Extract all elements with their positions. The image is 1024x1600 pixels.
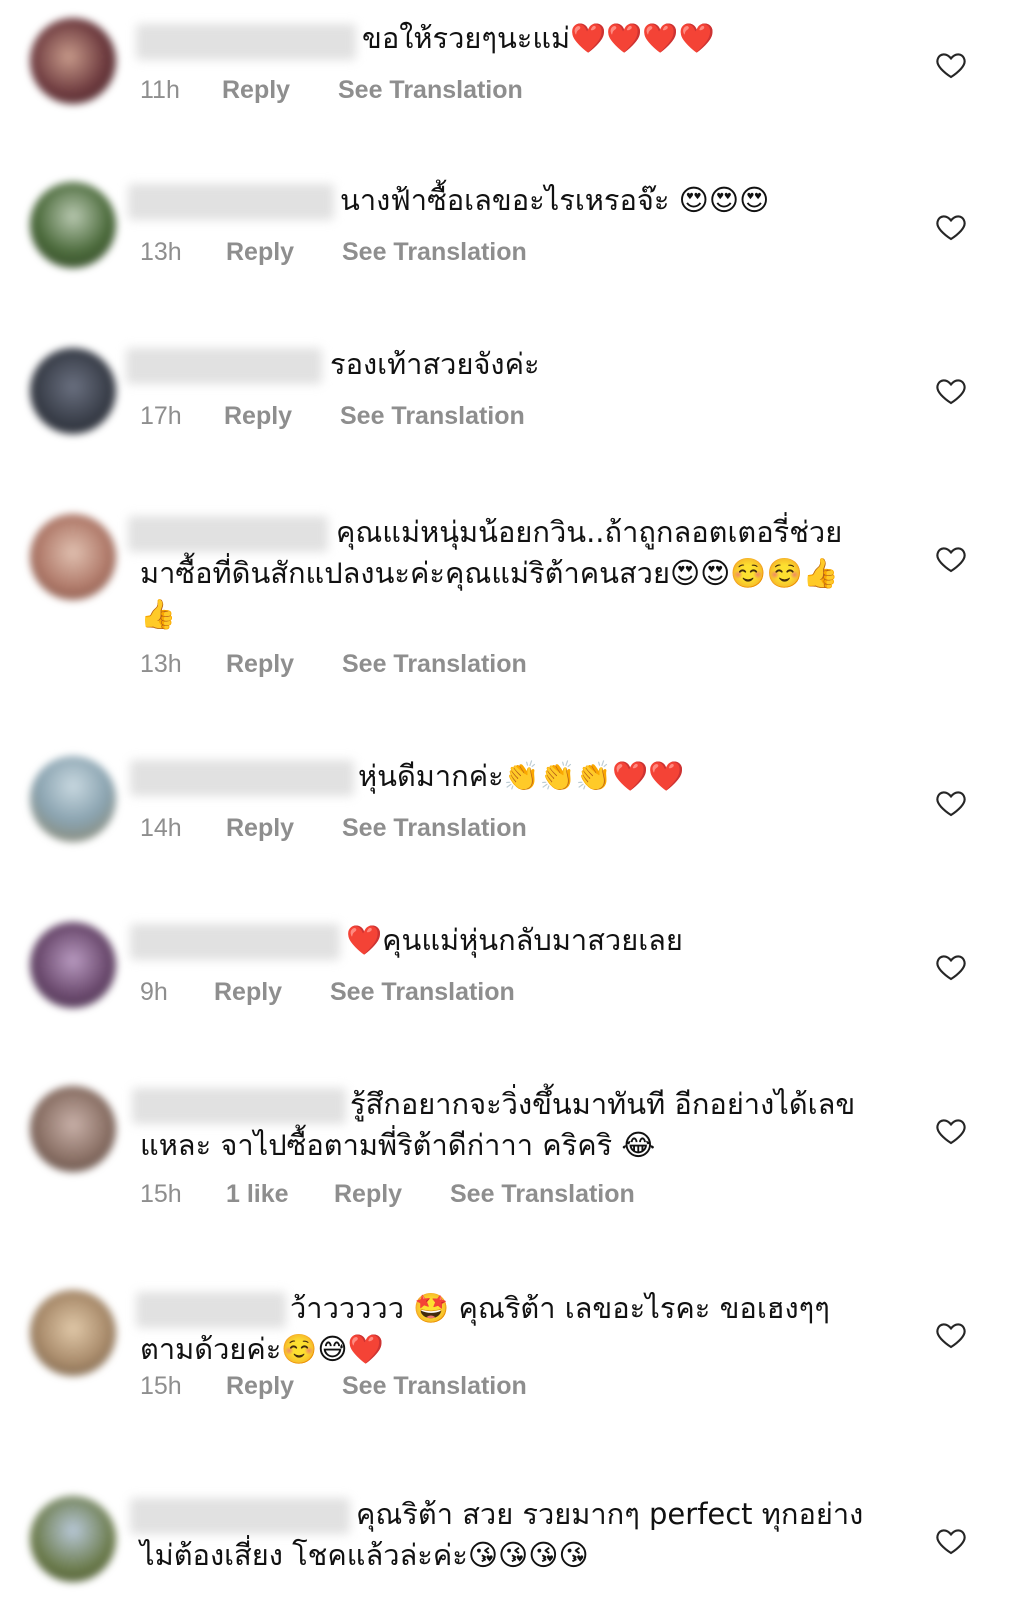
reply-button[interactable]: Reply (214, 978, 330, 1007)
reply-button[interactable]: Reply (226, 238, 342, 267)
timestamp: 11h (140, 76, 180, 104)
avatar[interactable] (30, 182, 116, 268)
see-translation-button[interactable]: See Translation (340, 402, 525, 431)
heart-icon[interactable] (934, 951, 968, 983)
see-translation-button[interactable]: See Translation (342, 814, 527, 843)
comment-text: นางฟ้าซื้อเลขอะไรเหรอจ๊ะ 😍😍😍 (340, 183, 770, 217)
comment-meta: 15h Reply See Translation (140, 1372, 527, 1401)
timestamp: 17h (140, 402, 182, 430)
reply-button[interactable]: Reply (222, 76, 338, 105)
comment-text: คุณริต้า สวย รวยมากๆ perfect ทุกอย่าง ไม… (140, 1497, 864, 1572)
reply-button[interactable]: Reply (226, 650, 342, 679)
comment-text: รองเท้าสวยจังค่ะ (330, 347, 540, 381)
comment-text: หุ่นดีมากค่ะ👏👏👏❤️❤️ (358, 759, 685, 793)
avatar[interactable] (30, 1496, 116, 1582)
reply-button[interactable]: Reply (226, 1372, 342, 1401)
comment-text: ❤️คุนแม่หุ่นกลับมาสวยเลย (346, 923, 683, 957)
heart-icon[interactable] (934, 1319, 968, 1351)
comment-meta: 15h 1 like Reply See Translation (140, 1180, 635, 1209)
comment-text: ขอให้รวยๆนะแม่❤️❤️❤️❤️ (362, 21, 715, 55)
heart-icon[interactable] (934, 1115, 968, 1147)
heart-icon[interactable] (934, 49, 968, 81)
comment-meta: 13h Reply See Translation (140, 650, 527, 679)
see-translation-button[interactable]: See Translation (342, 238, 527, 267)
avatar[interactable] (30, 1086, 116, 1172)
timestamp: 13h (140, 650, 182, 678)
timestamp: 15h (140, 1372, 182, 1400)
avatar[interactable] (30, 348, 116, 434)
timestamp: 13h (140, 238, 182, 266)
avatar[interactable] (30, 756, 116, 842)
timestamp: 15h (140, 1180, 182, 1208)
see-translation-button[interactable]: See Translation (338, 76, 523, 105)
avatar[interactable] (30, 514, 116, 600)
comment-meta: 13h Reply See Translation (140, 238, 527, 267)
heart-icon[interactable] (934, 375, 968, 407)
heart-icon[interactable] (934, 543, 968, 575)
comment-meta: 11h Reply See Translation (140, 76, 523, 105)
see-translation-button[interactable]: See Translation (342, 1372, 527, 1401)
likes-count[interactable]: 1 like (226, 1180, 334, 1209)
avatar[interactable] (30, 18, 116, 104)
timestamp: 14h (140, 814, 182, 842)
reply-button[interactable]: Reply (334, 1180, 450, 1209)
see-translation-button[interactable]: See Translation (342, 650, 527, 679)
heart-icon[interactable] (934, 787, 968, 819)
comment-meta: 17h Reply See Translation (140, 402, 525, 431)
comment-meta: 9h Reply See Translation (140, 978, 515, 1007)
heart-icon[interactable] (934, 211, 968, 243)
see-translation-button[interactable]: See Translation (330, 978, 515, 1007)
reply-button[interactable]: Reply (224, 402, 340, 431)
reply-button[interactable]: Reply (226, 814, 342, 843)
heart-icon[interactable] (934, 1525, 968, 1557)
comment-text: คุณแม่หนุ่มน้อยกวิน..ถ้าถูกลอตเตอรี่ช่วย… (140, 515, 843, 631)
see-translation-button[interactable]: See Translation (450, 1180, 635, 1209)
comment-text: ว้าววววว 🤩 คุณริต้า เลขอะไรคะ ขอเฮงๆๆตาม… (140, 1291, 830, 1366)
avatar[interactable] (30, 922, 116, 1008)
avatar[interactable] (30, 1290, 116, 1376)
timestamp: 9h (140, 978, 168, 1006)
comment-text: รู้สึกอยากจะวิ่งขึ้นมาทันที อีกอย่างได้เ… (140, 1087, 856, 1162)
comment-meta: 14h Reply See Translation (140, 814, 527, 843)
